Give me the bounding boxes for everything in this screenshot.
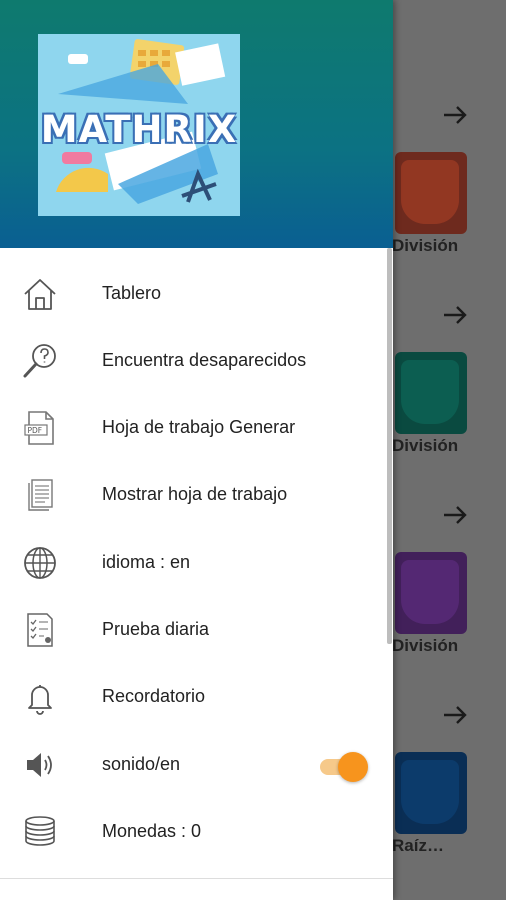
menu-item-label: Prueba diaria: [102, 619, 210, 639]
arrow-right-icon[interactable]: [440, 300, 470, 330]
menu-item-mostrar-hoja-de-trabajo[interactable]: Mostrar hoja de trabajo: [0, 462, 393, 529]
arrow-right-icon[interactable]: [440, 700, 470, 730]
pdf-icon: PDF: [24, 411, 54, 445]
drawer-scrollbar[interactable]: [387, 248, 392, 644]
category-card[interactable]: [395, 152, 467, 234]
category-label: División: [392, 636, 459, 655]
coins-icon: [25, 816, 55, 846]
menu-item-label: Mostrar hoja de trabajo: [102, 484, 288, 504]
svg-text:PDF: PDF: [28, 426, 43, 435]
menu-item-label: Hoja de trabajo Generar: [102, 417, 296, 437]
category-card[interactable]: [395, 752, 467, 834]
menu-item-label: Tablero: [102, 283, 162, 303]
toggle-thumb: [338, 752, 368, 782]
menu-item-recordatorio[interactable]: Recordatorio: [0, 664, 393, 731]
menu-item-idioma[interactable]: idioma : en: [0, 530, 393, 597]
menu-item-hoja-de-trabajo-generar[interactable]: PDF Hoja de trabajo Generar: [0, 395, 393, 462]
speaker-icon: [27, 753, 52, 777]
category-card[interactable]: [395, 552, 467, 634]
arrow-right-icon[interactable]: [440, 500, 470, 530]
document-icon: [28, 479, 53, 511]
menu-item-sonido[interactable]: sonido/en: [0, 732, 393, 799]
menu-item-monedas[interactable]: Monedas : 0: [0, 799, 393, 866]
category-label: División: [392, 436, 459, 455]
menu-item-label: sonido/en: [102, 754, 181, 774]
menu-item-encuentra-desaparecidos[interactable]: Encuentra desaparecidos: [0, 328, 393, 395]
menu-divider: [0, 878, 393, 879]
navigation-drawer: MATHRIX Tablero Encuentra desaparecidos …: [0, 0, 393, 900]
menu-item-label: idioma : en: [102, 552, 191, 572]
drawer-header: MATHRIX: [0, 0, 393, 248]
globe-icon: [24, 547, 56, 579]
bell-icon: [28, 685, 52, 715]
menu-item-tablero[interactable]: Tablero: [0, 261, 393, 328]
menu-item-label: Encuentra desaparecidos: [102, 350, 307, 370]
menu-item-label: Monedas : 0: [102, 821, 202, 841]
menu-item-label: Recordatorio: [102, 686, 206, 706]
logo-text: MATHRIX: [40, 108, 238, 151]
category-label: División: [392, 236, 459, 255]
app-logo: MATHRIX: [38, 34, 240, 216]
category-label: Raíz…: [392, 836, 444, 855]
category-card[interactable]: [395, 352, 467, 434]
search-question-icon: [23, 344, 56, 378]
arrow-right-icon[interactable]: [440, 100, 470, 130]
home-icon: [24, 279, 56, 310]
menu-item-prueba-diaria[interactable]: Prueba diaria: [0, 597, 393, 664]
sound-toggle[interactable]: [320, 752, 368, 782]
checklist-icon: [27, 613, 53, 647]
